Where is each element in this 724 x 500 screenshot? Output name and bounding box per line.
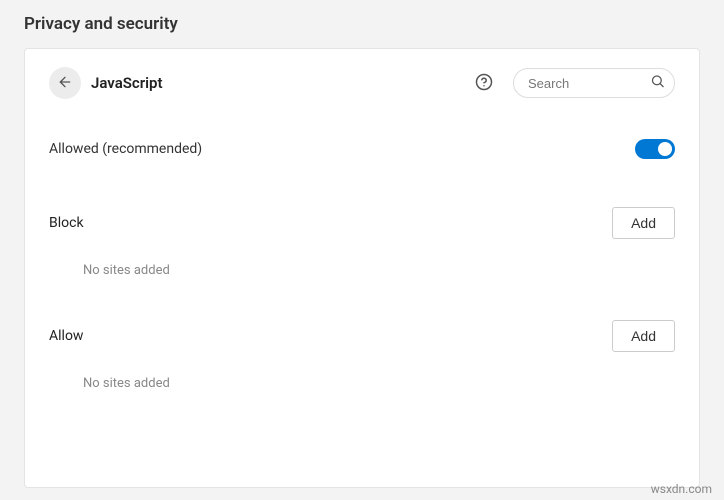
- block-section-header: Block Add: [49, 207, 675, 239]
- card-header: JavaScript: [49, 67, 675, 99]
- settings-card: JavaScript Allowed (recommended): [24, 48, 700, 488]
- add-allow-button[interactable]: Add: [612, 320, 675, 352]
- allowed-label: Allowed (recommended): [49, 141, 202, 157]
- search-input[interactable]: [513, 68, 675, 98]
- help-icon: [475, 73, 493, 94]
- arrow-left-icon: [57, 74, 73, 93]
- page-title: Privacy and security: [0, 0, 724, 44]
- back-button[interactable]: [49, 67, 81, 99]
- block-label: Block: [49, 215, 84, 231]
- allow-label: Allow: [49, 328, 83, 344]
- add-block-button[interactable]: Add: [612, 207, 675, 239]
- search-wrapper: [513, 68, 675, 98]
- block-empty-text: No sites added: [83, 263, 675, 278]
- panel-title: JavaScript: [91, 74, 163, 92]
- allowed-toggle[interactable]: [635, 139, 675, 159]
- help-button[interactable]: [471, 70, 497, 96]
- allowed-row: Allowed (recommended): [49, 139, 675, 159]
- allow-empty-text: No sites added: [83, 376, 675, 391]
- watermark: wsxdn.com: [651, 482, 712, 496]
- allow-section-header: Allow Add: [49, 320, 675, 352]
- toggle-knob: [658, 142, 672, 156]
